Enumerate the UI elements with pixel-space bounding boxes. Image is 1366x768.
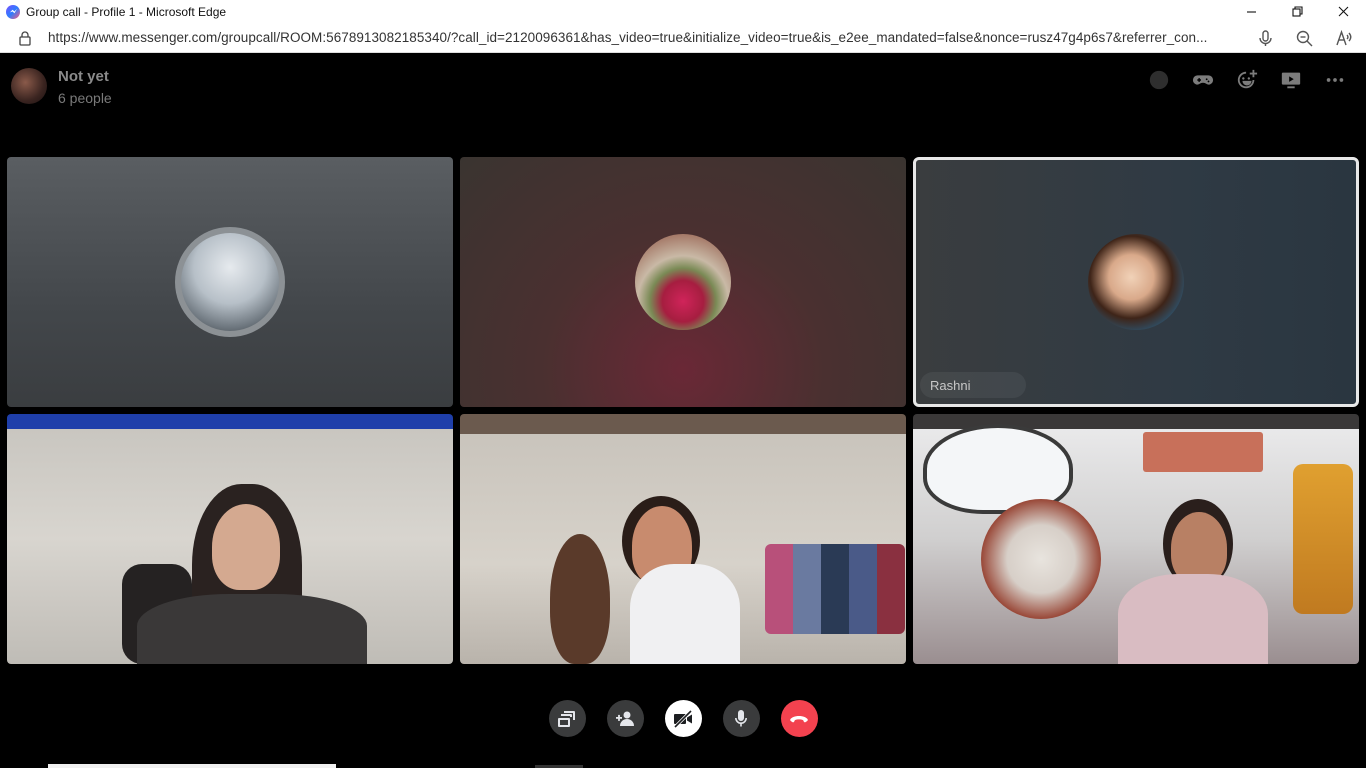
- video-person-body: [137, 594, 367, 664]
- participant-avatar: [175, 227, 285, 337]
- restore-icon: [1291, 6, 1303, 17]
- restore-button[interactable]: [1274, 0, 1320, 23]
- video-background: [1293, 464, 1353, 614]
- more-options-icon: [1326, 78, 1344, 82]
- video-off-icon: [673, 709, 693, 728]
- close-button[interactable]: [1320, 0, 1366, 23]
- zoom-out-icon[interactable]: [1296, 30, 1313, 47]
- video-off-button[interactable]: [664, 700, 702, 737]
- microphone-icon: [734, 709, 748, 726]
- video-person-face: [212, 504, 280, 590]
- video-person-body: [630, 564, 740, 664]
- page-load-indicator: [48, 764, 336, 768]
- window-title: Group call - Profile 1 - Microsoft Edge: [26, 4, 227, 19]
- participant-tile[interactable]: [7, 157, 453, 407]
- more-options-button[interactable]: [1322, 67, 1348, 93]
- address-bar: https://www.messenger.com/groupcall/ROOM…: [0, 23, 1366, 53]
- participant-tile[interactable]: [460, 157, 906, 407]
- participant-avatar: [635, 234, 731, 330]
- emoji-effect-icon: [1237, 69, 1258, 89]
- group-avatar[interactable]: [11, 68, 47, 104]
- end-call-button[interactable]: [780, 700, 818, 737]
- participant-video-tile[interactable]: [460, 414, 906, 664]
- participant-count: 6 people: [58, 90, 112, 106]
- microphone-button[interactable]: [722, 700, 760, 737]
- call-controls: [0, 700, 1366, 740]
- window-controls: [1228, 0, 1366, 23]
- emoji-effect-button[interactable]: [1234, 67, 1260, 93]
- video-background: [765, 544, 905, 634]
- participant-video-tile[interactable]: [913, 414, 1359, 664]
- minimize-icon: [1246, 11, 1256, 13]
- group-name: Not yet: [58, 68, 109, 85]
- add-person-icon: [616, 711, 634, 726]
- games-button[interactable]: [1190, 67, 1216, 93]
- video-background: [550, 534, 610, 664]
- minimize-button[interactable]: [1228, 0, 1274, 23]
- add-effect-icon: [1149, 70, 1169, 90]
- read-aloud-icon[interactable]: [1335, 29, 1352, 47]
- add-effect-button[interactable]: [1146, 67, 1172, 93]
- video-person-body: [1118, 574, 1268, 664]
- url-field[interactable]: https://www.messenger.com/groupcall/ROOM…: [48, 30, 1238, 45]
- messenger-icon: [6, 4, 20, 19]
- video-background: [981, 499, 1101, 619]
- participant-avatar: [1088, 234, 1184, 330]
- video-background: [1143, 432, 1263, 472]
- participant-name: Rashni: [920, 372, 1026, 398]
- switch-layout-icon: [558, 710, 575, 727]
- close-icon: [1338, 6, 1348, 17]
- games-icon: [1192, 75, 1214, 85]
- call-header: Not yet 6 people: [0, 53, 1366, 119]
- hang-up-icon: [790, 715, 808, 722]
- participant-tile-active-speaker[interactable]: Rashni: [913, 157, 1359, 407]
- lock-icon[interactable]: [18, 30, 32, 46]
- participant-video-tile[interactable]: [7, 414, 453, 664]
- voice-search-icon[interactable]: [1257, 29, 1274, 47]
- window-titlebar: Group call - Profile 1 - Microsoft Edge: [0, 0, 1366, 23]
- switch-layout-button[interactable]: [548, 700, 586, 737]
- share-screen-button[interactable]: [1278, 67, 1304, 93]
- add-people-button[interactable]: [606, 700, 644, 737]
- share-screen-icon: [1281, 72, 1301, 89]
